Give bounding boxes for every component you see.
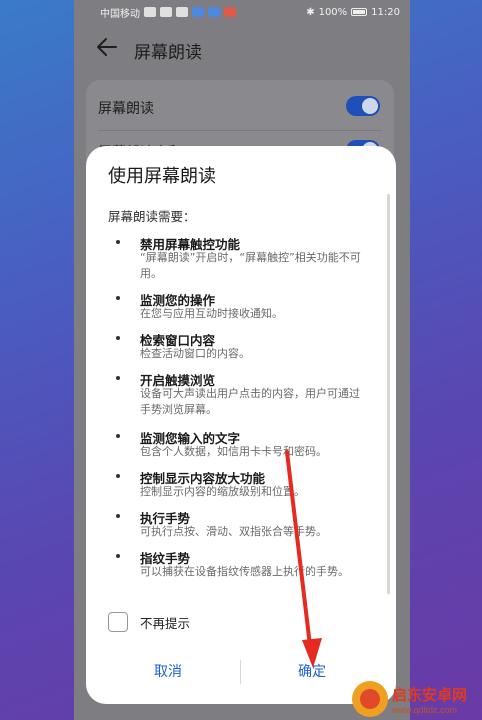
- dont-show-again-checkbox[interactable]: [108, 612, 128, 632]
- item-description: 检查活动窗口的内容。: [140, 347, 250, 360]
- watermark: 启东安卓网 www.qdltdz.com: [352, 680, 480, 718]
- app-notification-icon: [176, 7, 188, 17]
- item-description: 设备可大声读出用户点击的内容，用户可通过手势浏览屏幕。: [140, 387, 360, 416]
- bullet: [116, 434, 120, 438]
- page-title: 屏幕朗读: [134, 43, 202, 63]
- dialog-title: 使用屏幕朗读: [108, 166, 216, 187]
- carrier-text: 中国移动: [100, 8, 140, 20]
- battery-percent: 100%: [318, 6, 348, 18]
- signal-icon: [144, 7, 156, 17]
- screen-reader-label: 屏幕朗读: [98, 101, 154, 117]
- item-description: 可以捕获在设备指纹传感器上执行的手势。: [140, 565, 349, 578]
- screen-reader-toggle[interactable]: [346, 96, 380, 116]
- bullet: [116, 240, 120, 244]
- bullet: [116, 514, 120, 518]
- watermark-name: 启东安卓网: [392, 686, 468, 704]
- permission-dialog: 使用屏幕朗读 屏幕朗读需要： 禁用屏幕触控功能 “屏幕朗读”开启时，“屏幕触控”…: [86, 146, 396, 704]
- bullet: [116, 336, 120, 340]
- bullet: [116, 474, 120, 478]
- bullet: [116, 376, 120, 380]
- back-arrow-icon[interactable]: [96, 36, 118, 58]
- clock: 11:20: [371, 6, 400, 18]
- wifi-icon: [160, 7, 172, 17]
- bluetooth-icon: ✱: [306, 6, 315, 18]
- app-notification-icon: [224, 7, 236, 17]
- cancel-button[interactable]: 取消: [98, 654, 238, 688]
- bullet: [116, 296, 120, 300]
- watermark-logo-icon: [352, 681, 388, 717]
- dont-show-again-row[interactable]: 不再提示: [108, 612, 190, 632]
- app-notification-icon: [208, 7, 220, 17]
- app-bar: 屏幕朗读: [74, 28, 410, 68]
- item-description: 可执行点按、滑动、双指张合等手势。: [140, 525, 327, 538]
- divider: [98, 130, 382, 131]
- battery-icon: [351, 8, 368, 16]
- item-description: 在您与应用互动时接收通知。: [140, 307, 283, 320]
- button-divider: [240, 660, 241, 684]
- item-description: 控制显示内容的缩放级别和位置。: [140, 485, 305, 498]
- bullet: [116, 554, 120, 558]
- status-bar: 中国移动 ✱ 100% 11:20: [74, 0, 410, 24]
- checkbox-label: 不再提示: [140, 615, 191, 631]
- scrollbar[interactable]: [387, 194, 390, 594]
- app-notification-icon: [192, 7, 204, 17]
- item-description: 包含个人数据，如信用卡卡号和密码。: [140, 445, 327, 458]
- watermark-url: www.qdltdz.com: [392, 704, 458, 715]
- item-description: “屏幕朗读”开启时，“屏幕触控”相关功能不可用。: [140, 251, 361, 280]
- dialog-subtitle: 屏幕朗读需要：: [108, 209, 196, 224]
